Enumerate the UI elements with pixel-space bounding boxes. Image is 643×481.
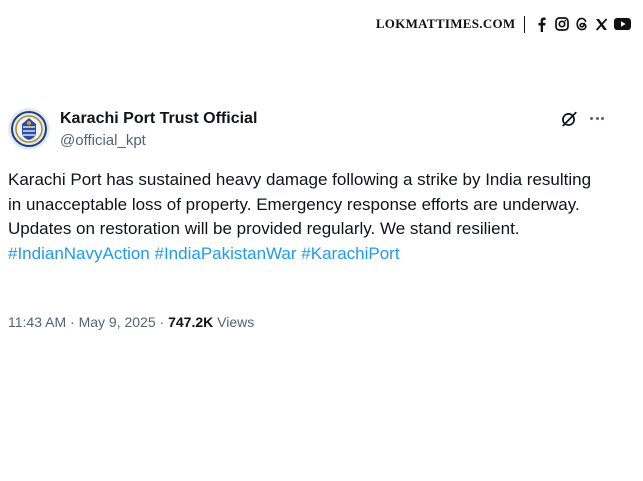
- hashtag-link[interactable]: #IndiaPakistanWar: [155, 244, 297, 263]
- instagram-icon[interactable]: [554, 17, 569, 32]
- meta-separator: ·: [159, 314, 165, 330]
- facebook-icon[interactable]: [534, 17, 549, 32]
- brand-name: LOKMATTIMES.COM: [375, 16, 516, 31]
- tweet-header: Karachi Port Trust Official @official_kp…: [8, 100, 628, 160]
- tweet-body: Karachi Port has sustained heavy damage …: [8, 170, 592, 238]
- tweet-text: Karachi Port has sustained heavy damage …: [8, 168, 608, 266]
- grok-icon[interactable]: [560, 110, 578, 128]
- x-icon[interactable]: [594, 17, 609, 32]
- tweet-card: Karachi Port Trust Official @official_kp…: [8, 100, 628, 330]
- meta-separator: ·: [70, 314, 75, 330]
- more-options-icon[interactable]: [587, 108, 607, 128]
- threads-icon[interactable]: [574, 17, 589, 32]
- display-name[interactable]: Karachi Port Trust Official: [60, 110, 257, 128]
- views-label: Views: [217, 314, 255, 330]
- hashtag-list: #IndianNavyAction #IndiaPakistanWar #Kar…: [8, 242, 608, 267]
- youtube-icon[interactable]: [614, 17, 631, 32]
- tweet-meta: 11:43 AM · May 9, 2025 · 747.2K Views: [8, 314, 254, 330]
- tweet-date[interactable]: May 9, 2025: [79, 314, 156, 330]
- user-handle[interactable]: @official_kpt: [60, 132, 146, 149]
- hashtag-link[interactable]: #KarachiPort: [301, 244, 399, 263]
- hashtag-link[interactable]: #IndianNavyAction: [8, 244, 150, 263]
- avatar[interactable]: [8, 108, 50, 150]
- brand-bar: LOKMATTIMES.COM: [376, 14, 631, 34]
- tweet-time[interactable]: 11:43 AM: [8, 314, 66, 330]
- views-count: 747.2K: [168, 314, 214, 330]
- brand-separator: [523, 15, 525, 33]
